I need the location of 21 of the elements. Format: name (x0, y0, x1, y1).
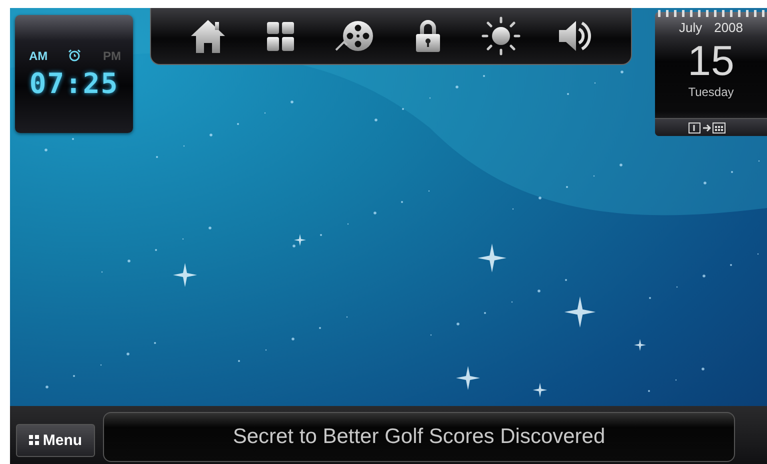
sparkle-icon (478, 244, 506, 272)
clock-time: 07:25 (28, 67, 120, 100)
news-ticker[interactable]: Secret to Better Golf Scores Discovered (103, 412, 735, 462)
period-label: AM (29, 49, 48, 63)
calendar-widget[interactable]: July 2008 15 Tuesday (655, 12, 767, 136)
sparkle-icon (294, 234, 306, 246)
grid-dots-icon (28, 435, 39, 445)
calendar-month: July (678, 20, 702, 35)
sparkle-icon (564, 296, 596, 328)
sparkle-icon (173, 263, 197, 287)
period-label: PM (103, 49, 121, 63)
sparkle-icon (532, 382, 548, 398)
clock-widget[interactable]: AM PM 07:25 (15, 15, 133, 133)
calendar-day: 15 (688, 37, 734, 85)
calendar-weekday: Tuesday (688, 85, 734, 99)
menu-button[interactable]: Menu (16, 424, 95, 456)
binder-rings-icon (655, 10, 767, 18)
sparkle-icon (634, 339, 646, 351)
sun-icon[interactable] (480, 16, 521, 56)
sparkle-icon (456, 366, 480, 390)
calendar-year: 2008 (714, 20, 744, 35)
